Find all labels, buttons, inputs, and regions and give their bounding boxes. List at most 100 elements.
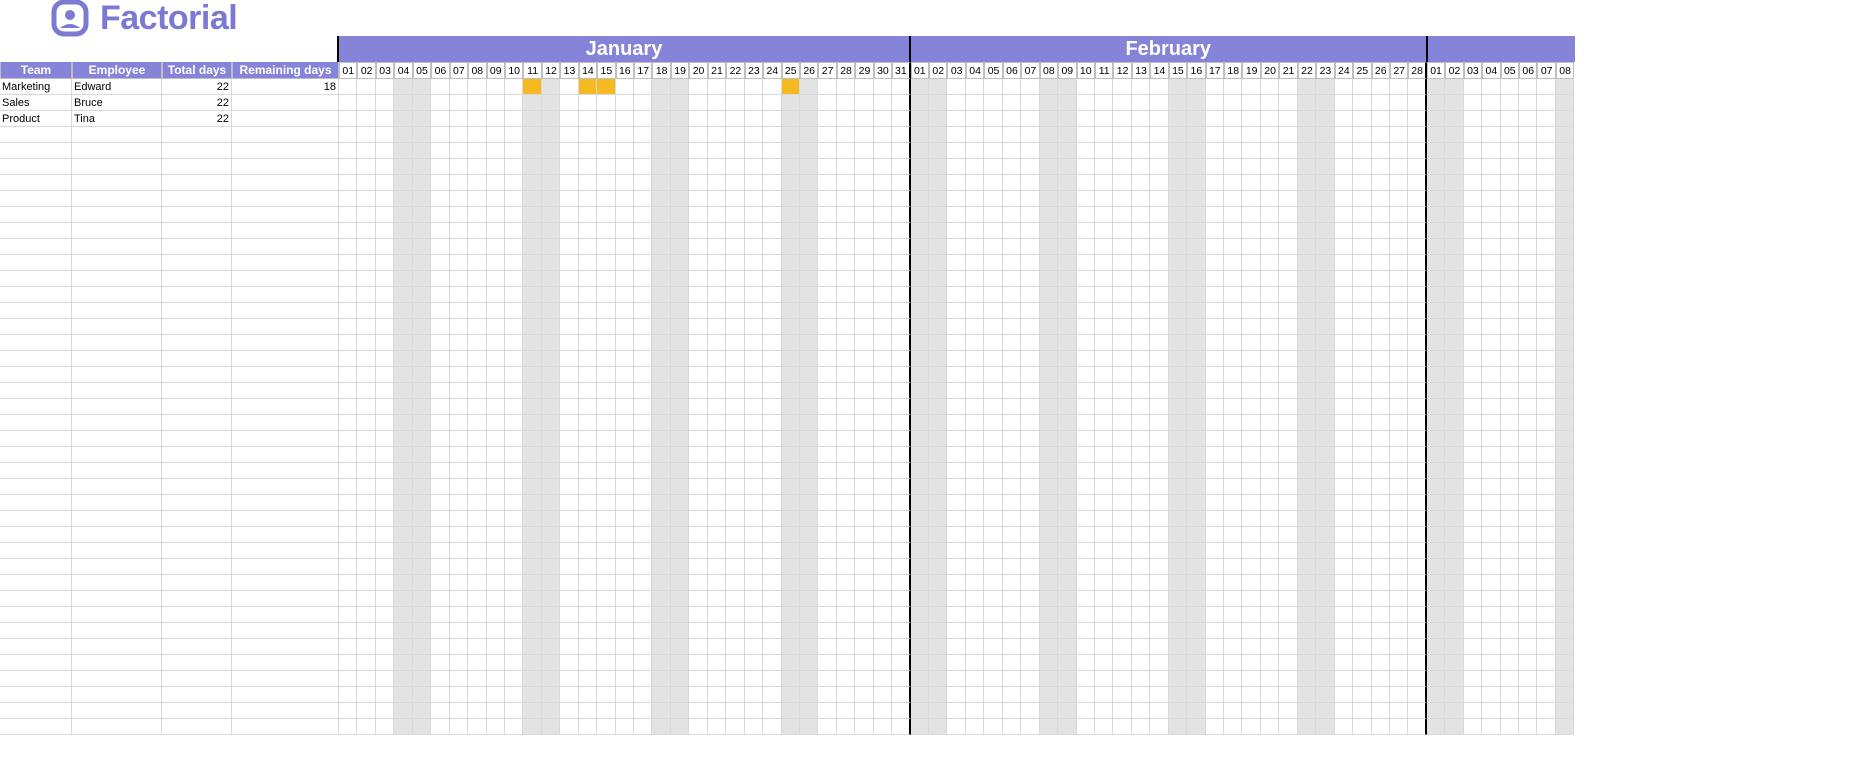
day-cell[interactable] xyxy=(1003,143,1021,159)
day-cell[interactable] xyxy=(560,399,578,415)
day-cell[interactable] xyxy=(782,447,800,463)
day-cell[interactable] xyxy=(376,591,394,607)
day-cell[interactable] xyxy=(468,207,486,223)
day-cell[interactable] xyxy=(1206,159,1224,175)
cell-employee[interactable] xyxy=(72,591,162,607)
day-cell[interactable] xyxy=(1408,671,1426,687)
day-cell[interactable] xyxy=(634,303,652,319)
day-cell[interactable] xyxy=(431,79,449,95)
day-cell[interactable] xyxy=(1058,351,1076,367)
cell-employee[interactable] xyxy=(72,207,162,223)
day-cell[interactable] xyxy=(450,671,468,687)
day-cell[interactable] xyxy=(708,335,726,351)
day-cell[interactable] xyxy=(763,543,781,559)
day-cell[interactable] xyxy=(800,303,818,319)
day-cell[interactable] xyxy=(1021,127,1039,143)
day-cell[interactable] xyxy=(1132,383,1150,399)
cell-team[interactable] xyxy=(0,335,72,351)
day-cell[interactable] xyxy=(634,495,652,511)
day-cell[interactable] xyxy=(966,159,984,175)
day-cell[interactable] xyxy=(1298,175,1316,191)
day-cell[interactable] xyxy=(413,543,431,559)
day-cell[interactable] xyxy=(1095,239,1113,255)
cell-total[interactable]: 22 xyxy=(162,79,232,95)
day-cell[interactable] xyxy=(800,255,818,271)
day-cell[interactable] xyxy=(947,383,965,399)
day-header[interactable]: 28 xyxy=(837,62,855,79)
day-cell[interactable] xyxy=(1298,127,1316,143)
day-cell[interactable] xyxy=(745,591,763,607)
day-cell[interactable] xyxy=(763,399,781,415)
day-cell[interactable] xyxy=(1095,303,1113,319)
day-cell[interactable] xyxy=(1519,719,1537,735)
day-cell[interactable] xyxy=(800,319,818,335)
day-cell[interactable] xyxy=(1335,559,1353,575)
day-cell[interactable] xyxy=(1021,591,1039,607)
day-cell[interactable] xyxy=(597,351,615,367)
day-cell[interactable] xyxy=(800,543,818,559)
day-cell[interactable] xyxy=(818,527,836,543)
day-cell[interactable] xyxy=(1464,591,1482,607)
day-cell[interactable] xyxy=(339,303,357,319)
day-cell[interactable] xyxy=(1187,511,1205,527)
day-cell[interactable] xyxy=(1316,607,1334,623)
day-cell[interactable] xyxy=(652,335,670,351)
day-cell[interactable] xyxy=(855,639,873,655)
day-cell[interactable] xyxy=(579,351,597,367)
day-cell[interactable] xyxy=(800,239,818,255)
day-cell[interactable] xyxy=(1113,223,1131,239)
day-cell[interactable] xyxy=(1261,479,1279,495)
day-cell[interactable] xyxy=(874,559,892,575)
cell-employee[interactable] xyxy=(72,607,162,623)
day-cell[interactable] xyxy=(782,415,800,431)
day-cell[interactable] xyxy=(984,271,1002,287)
day-cell[interactable] xyxy=(523,143,541,159)
day-header[interactable]: 22 xyxy=(1298,62,1316,79)
day-cell[interactable] xyxy=(1040,95,1058,111)
day-cell[interactable] xyxy=(1095,719,1113,735)
day-header[interactable]: 31 xyxy=(892,62,910,79)
day-cell[interactable] xyxy=(505,159,523,175)
day-cell[interactable] xyxy=(1279,607,1297,623)
day-cell[interactable] xyxy=(468,671,486,687)
day-cell[interactable] xyxy=(984,655,1002,671)
day-cell[interactable] xyxy=(652,95,670,111)
day-cell[interactable] xyxy=(689,703,707,719)
day-cell[interactable] xyxy=(339,143,357,159)
day-cell[interactable] xyxy=(560,495,578,511)
day-cell[interactable] xyxy=(542,79,560,95)
day-cell[interactable] xyxy=(1077,207,1095,223)
day-cell[interactable] xyxy=(966,591,984,607)
day-cell[interactable] xyxy=(1519,111,1537,127)
day-cell[interactable] xyxy=(837,223,855,239)
day-cell[interactable] xyxy=(394,95,412,111)
day-cell[interactable] xyxy=(468,623,486,639)
day-cell[interactable] xyxy=(1077,335,1095,351)
day-cell[interactable] xyxy=(616,335,634,351)
day-cell[interactable] xyxy=(560,543,578,559)
day-cell[interactable] xyxy=(1335,543,1353,559)
day-cell[interactable] xyxy=(1058,287,1076,303)
day-header[interactable]: 03 xyxy=(1464,62,1482,79)
day-cell[interactable] xyxy=(1113,495,1131,511)
day-cell[interactable] xyxy=(1427,255,1445,271)
day-cell[interactable] xyxy=(671,719,689,735)
day-cell[interactable] xyxy=(357,127,375,143)
day-cell[interactable] xyxy=(357,271,375,287)
day-cell[interactable] xyxy=(579,575,597,591)
day-cell[interactable] xyxy=(1298,287,1316,303)
day-cell[interactable] xyxy=(947,143,965,159)
day-cell[interactable] xyxy=(505,623,523,639)
day-cell[interactable] xyxy=(1095,575,1113,591)
day-cell[interactable] xyxy=(1058,383,1076,399)
day-cell[interactable] xyxy=(984,383,1002,399)
day-cell[interactable] xyxy=(1482,287,1500,303)
day-cell[interactable] xyxy=(634,175,652,191)
day-cell[interactable] xyxy=(1353,495,1371,511)
day-cell[interactable] xyxy=(818,111,836,127)
day-cell[interactable] xyxy=(1132,719,1150,735)
day-cell[interactable] xyxy=(523,687,541,703)
day-cell[interactable] xyxy=(1519,591,1537,607)
day-cell[interactable] xyxy=(1390,415,1408,431)
day-cell[interactable] xyxy=(855,367,873,383)
